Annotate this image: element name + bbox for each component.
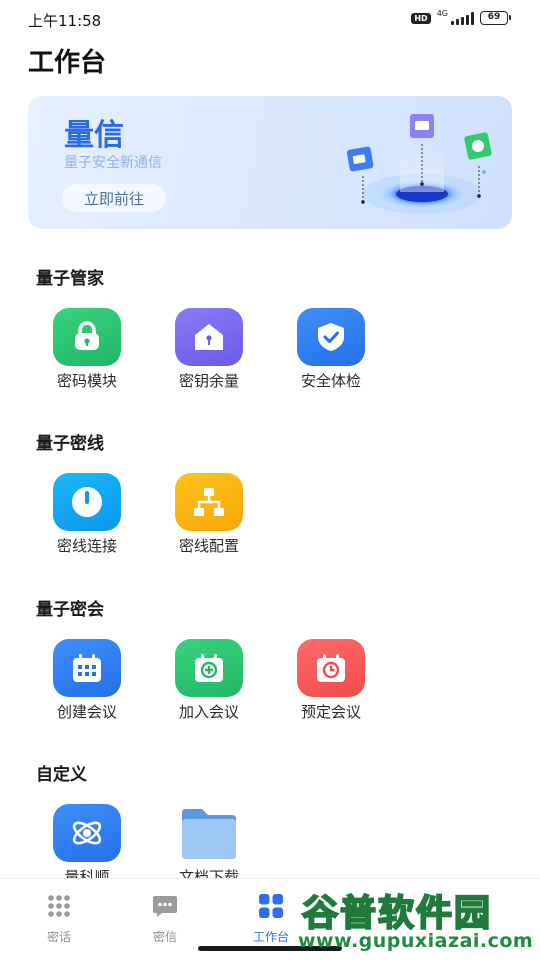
- tile-security-check[interactable]: 安全体检: [276, 308, 386, 418]
- join-meeting-icon: [175, 639, 243, 697]
- nav-item-workbench[interactable]: 工作台: [216, 893, 326, 945]
- section-title-quantum-line: 量子密线: [36, 434, 104, 454]
- lock-icon: [53, 308, 121, 366]
- atom-icon: [53, 804, 121, 862]
- tile-label: 加入会议: [178, 703, 239, 721]
- tile-label: 安全体检: [300, 372, 361, 390]
- tile-label: 密钥余量: [178, 372, 239, 390]
- tile-join-meeting[interactable]: 加入会议: [154, 639, 264, 749]
- nav-item-secure-call[interactable]: 密话: [4, 893, 114, 945]
- folder-icon: [175, 804, 243, 862]
- network-type: 4G: [436, 8, 448, 18]
- tile-label: 密线连接: [56, 537, 117, 555]
- home-indicator: [198, 946, 342, 951]
- section-title-quantum-meeting: 量子密会: [36, 600, 104, 620]
- network-config-icon: [175, 473, 243, 531]
- tile-label: 密码模块: [56, 372, 117, 390]
- quantum-communication-illustration: [346, 114, 492, 214]
- calendar-icon: [53, 639, 121, 697]
- nav-label: 密话: [46, 930, 71, 944]
- battery-level: 69: [487, 12, 501, 22]
- banner-subtitle: 量子安全新通信: [64, 155, 162, 171]
- section-title-custom: 自定义: [36, 765, 87, 785]
- signal-icon: [451, 11, 474, 25]
- tile-schedule-meeting[interactable]: 预定会议: [276, 639, 386, 749]
- tile-line-config[interactable]: 密线配置: [154, 473, 264, 583]
- tile-key-balance[interactable]: 密钥余量: [154, 308, 264, 418]
- status-time: 上午11:58: [28, 12, 102, 30]
- promo-banner[interactable]: 量信 量子安全新通信 立即前往: [28, 96, 512, 229]
- tile-label: 密线配置: [178, 537, 239, 555]
- status-indicators: HD 4G 69: [411, 8, 511, 25]
- tile-line-connect[interactable]: 密线连接: [32, 473, 142, 583]
- tile-label: 创建会议: [56, 703, 117, 721]
- status-bar: 上午11:58 HD 4G 69: [0, 0, 540, 38]
- tile-password-module[interactable]: 密码模块: [32, 308, 142, 418]
- nav-label: 密信: [152, 930, 177, 944]
- page-title: 工作台: [28, 48, 107, 78]
- dialpad-icon: [48, 895, 70, 917]
- message-icon: [153, 896, 177, 917]
- go-now-button[interactable]: 立即前往: [62, 184, 166, 212]
- tile-create-meeting[interactable]: 创建会议: [32, 639, 142, 749]
- key-house-icon: [175, 308, 243, 366]
- banner-title: 量信: [64, 118, 124, 153]
- grid-icon: [259, 894, 283, 918]
- battery-icon: 69: [480, 11, 511, 25]
- tile-label: 预定会议: [300, 703, 361, 721]
- schedule-meeting-icon: [297, 639, 365, 697]
- shield-check-icon: [297, 308, 365, 366]
- section-title-quantum-butler: 量子管家: [36, 269, 104, 289]
- nav-item-secure-message[interactable]: 密信: [110, 893, 220, 945]
- nav-label: 工作台: [252, 930, 289, 944]
- power-icon: [53, 473, 121, 531]
- hd-icon: HD: [411, 12, 431, 24]
